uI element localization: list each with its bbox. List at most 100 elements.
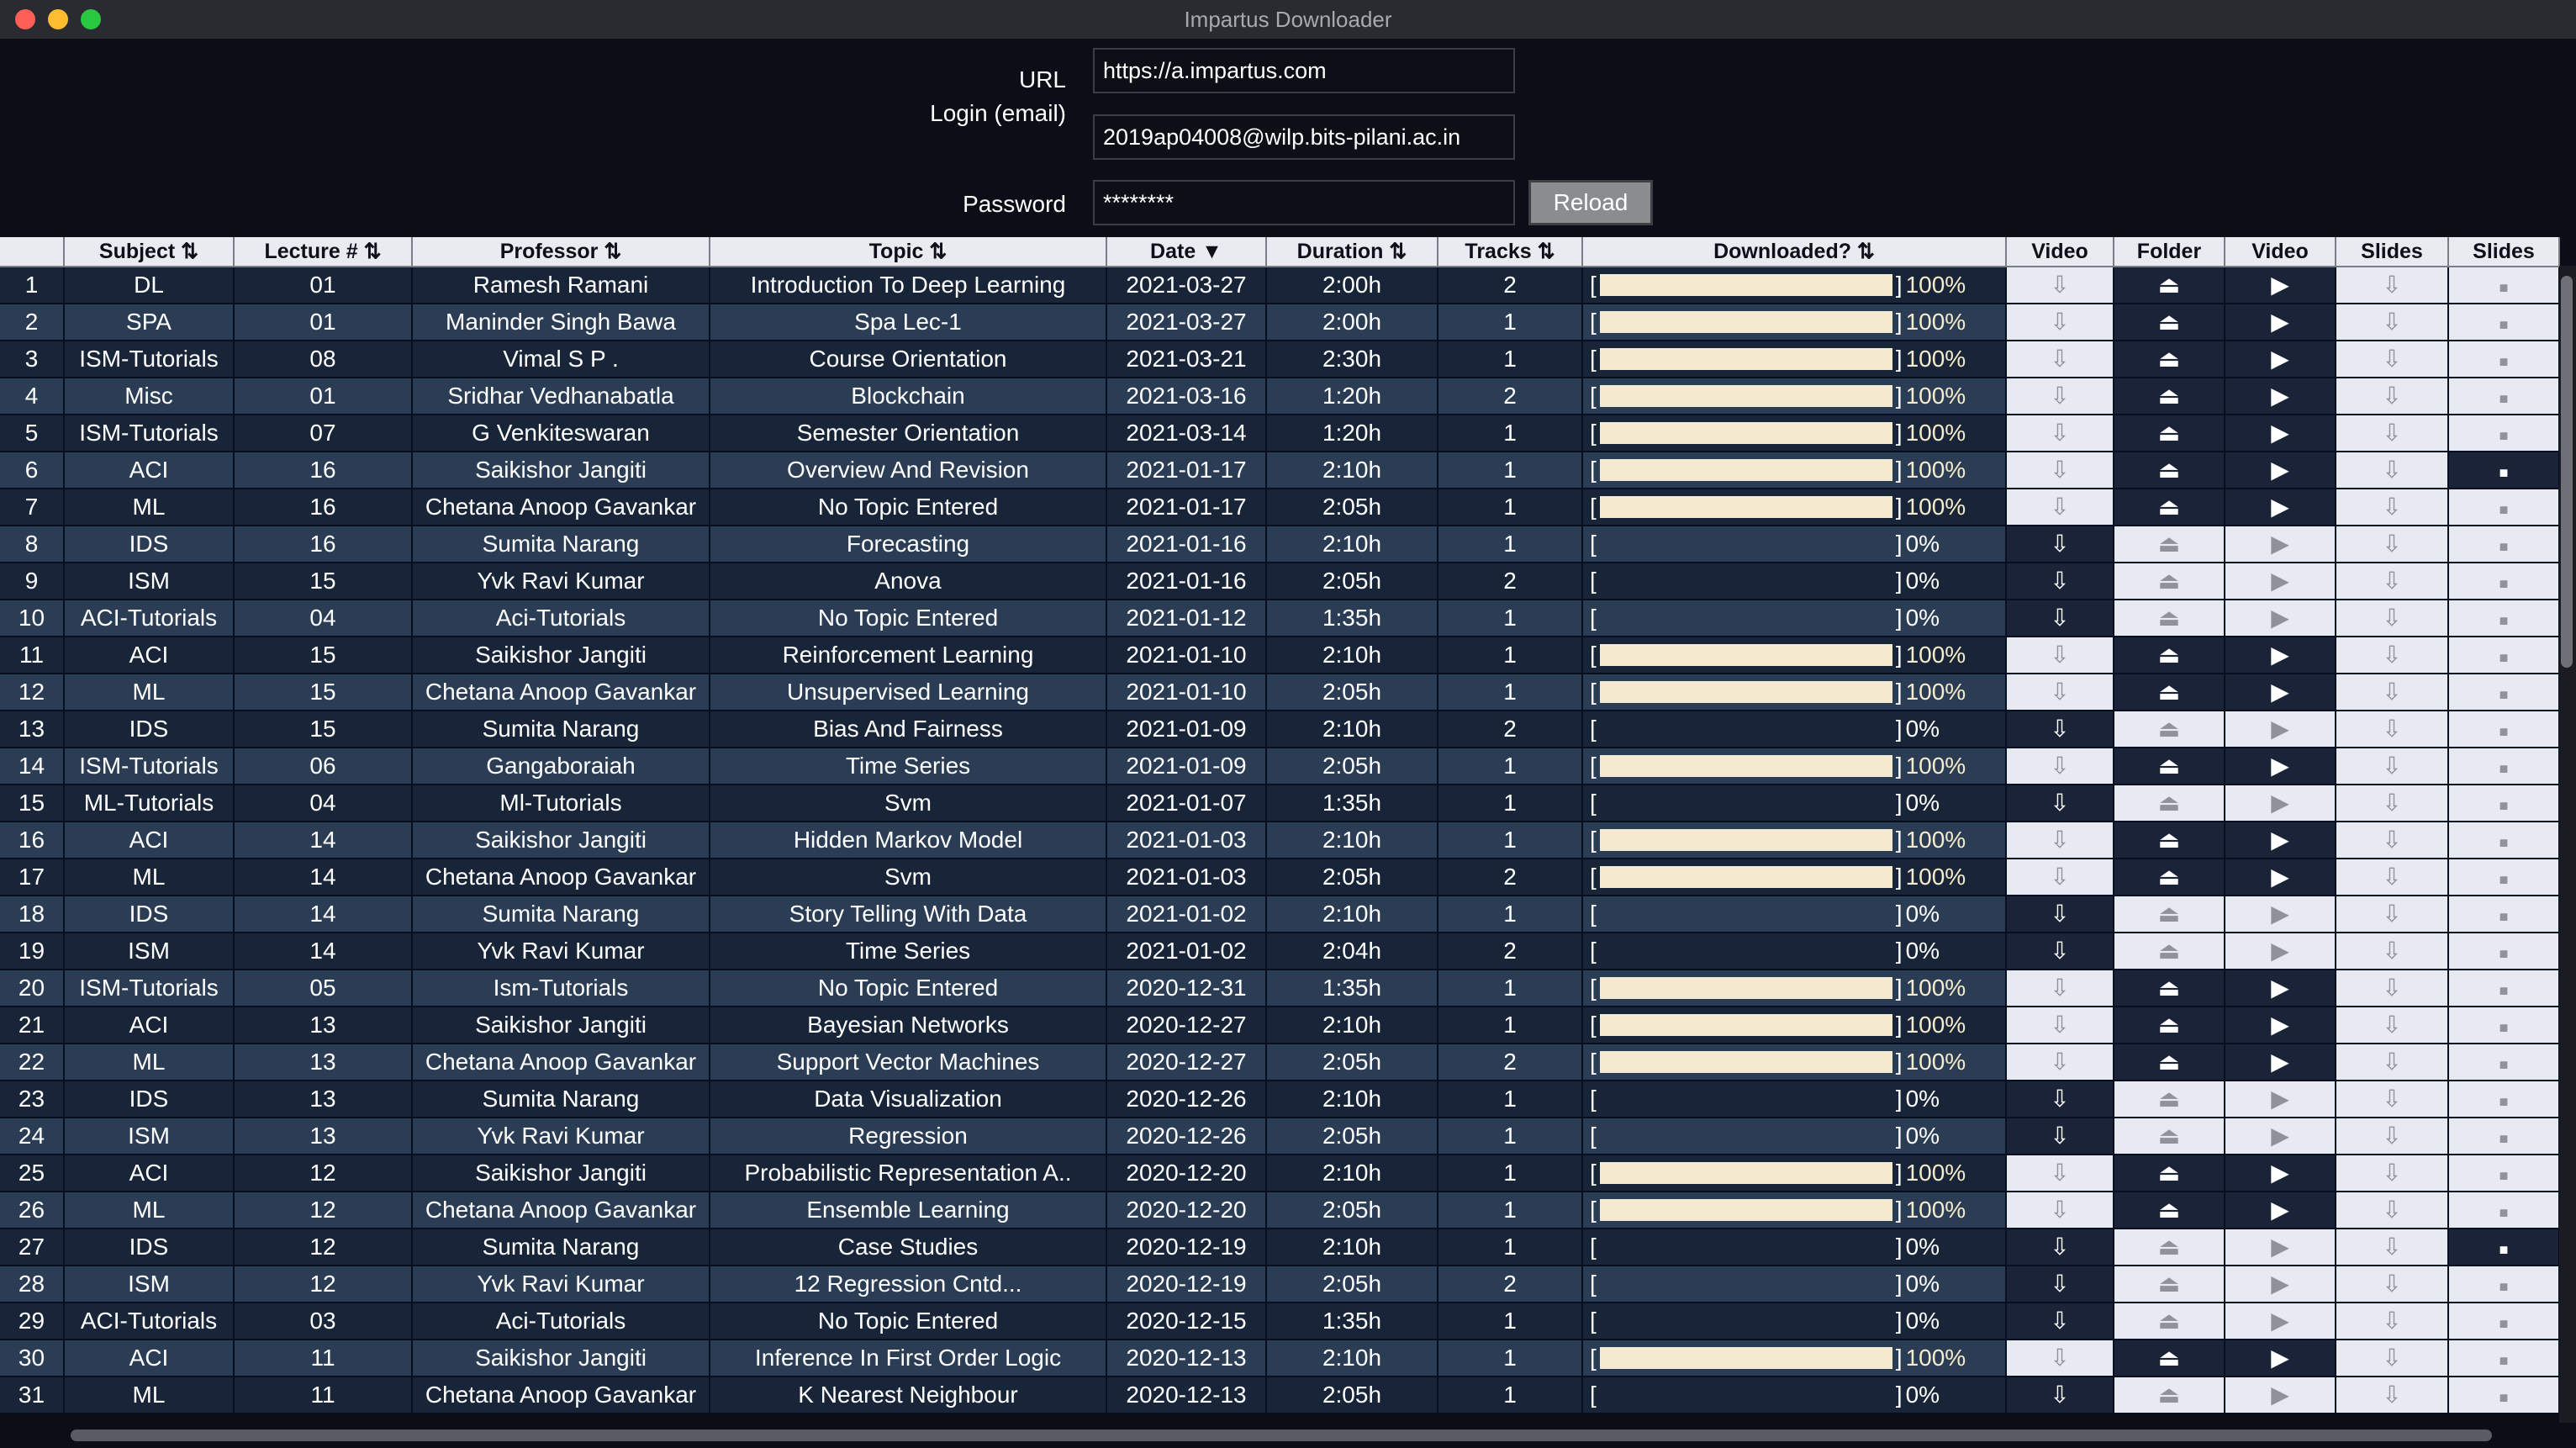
download-slides-button[interactable]: ⇩ [2336, 859, 2449, 896]
download-slides-button[interactable]: ⇩ [2336, 1081, 2449, 1118]
table-row[interactable]: 22 ML 13 Chetana Anoop Gavankar Support Vect… [0, 1044, 2560, 1081]
play-video-button[interactable]: ▶ [2225, 378, 2336, 415]
download-slides-button[interactable]: ⇩ [2336, 711, 2449, 748]
download-slides-button[interactable]: ⇩ [2336, 1155, 2449, 1192]
open-folder-button[interactable]: ⏏ [2114, 341, 2225, 378]
table-row[interactable]: 9 ISM 15 Yvk Ravi Kumar Anova 2021-01-16 2:05h… [0, 563, 2560, 600]
open-folder-button[interactable]: ⏏ [2114, 896, 2225, 933]
download-video-button[interactable]: ⇩ [2006, 637, 2114, 674]
download-video-button[interactable]: ⇩ [2006, 341, 2114, 378]
password-input[interactable] [1093, 180, 1515, 225]
open-slides-button[interactable]: ■ [2448, 822, 2560, 859]
download-slides-button[interactable]: ⇩ [2336, 526, 2449, 563]
table-row[interactable]: 7 ML 16 Chetana Anoop Gavankar No Topic Ente… [0, 489, 2560, 526]
horizontal-scrollbar[interactable] [0, 1423, 2576, 1448]
download-slides-button[interactable]: ⇩ [2336, 1192, 2449, 1229]
download-video-button[interactable]: ⇩ [2006, 1007, 2114, 1044]
play-video-button[interactable]: ▶ [2225, 822, 2336, 859]
table-row[interactable]: 4 Misc 01 Sridhar Vedhanabatla Blockchain 202… [0, 378, 2560, 415]
open-slides-button[interactable]: ■ [2448, 1340, 2560, 1377]
vertical-scrollbar[interactable] [2559, 266, 2576, 1423]
open-folder-button[interactable]: ⏏ [2114, 637, 2225, 674]
download-slides-button[interactable]: ⇩ [2336, 933, 2449, 970]
play-video-button[interactable]: ▶ [2225, 267, 2336, 304]
open-slides-button[interactable]: ■ [2448, 748, 2560, 785]
open-folder-button[interactable]: ⏏ [2114, 822, 2225, 859]
tracks-header[interactable]: Tracks ⇅ [1438, 237, 1583, 267]
table-row[interactable]: 8 IDS 16 Sumita Narang Forecasting 2021-01-16… [0, 526, 2560, 563]
video-download-header[interactable]: Video [2006, 237, 2114, 267]
download-video-button[interactable]: ⇩ [2006, 415, 2114, 452]
play-video-button[interactable]: ▶ [2225, 341, 2336, 378]
download-video-button[interactable]: ⇩ [2006, 1340, 2114, 1377]
play-video-button[interactable]: ▶ [2225, 1340, 2336, 1377]
open-slides-button[interactable]: ■ [2448, 1377, 2560, 1414]
play-video-button[interactable]: ▶ [2225, 1192, 2336, 1229]
play-video-button[interactable]: ▶ [2225, 674, 2336, 711]
play-video-button[interactable]: ▶ [2225, 452, 2336, 489]
download-slides-button[interactable]: ⇩ [2336, 1118, 2449, 1155]
play-video-button[interactable]: ▶ [2225, 1155, 2336, 1192]
open-folder-button[interactable]: ⏏ [2114, 378, 2225, 415]
play-video-button[interactable]: ▶ [2225, 1081, 2336, 1118]
download-slides-button[interactable]: ⇩ [2336, 970, 2449, 1007]
open-folder-button[interactable]: ⏏ [2114, 452, 2225, 489]
table-row[interactable]: 15 ML-Tutorials 04 Ml-Tutorials Svm 2021-01-0… [0, 785, 2560, 822]
download-slides-button[interactable]: ⇩ [2336, 637, 2449, 674]
download-slides-button[interactable]: ⇩ [2336, 1377, 2449, 1414]
open-folder-button[interactable]: ⏏ [2114, 600, 2225, 637]
open-folder-button[interactable]: ⏏ [2114, 1118, 2225, 1155]
download-slides-button[interactable]: ⇩ [2336, 600, 2449, 637]
open-slides-button[interactable]: ■ [2448, 1044, 2560, 1081]
table-row[interactable]: 16 ACI 14 Saikishor Jangiti Hidden Markov Mo… [0, 822, 2560, 859]
open-folder-button[interactable]: ⏏ [2114, 1266, 2225, 1303]
download-slides-button[interactable]: ⇩ [2336, 304, 2449, 341]
play-video-button[interactable]: ▶ [2225, 1266, 2336, 1303]
download-video-button[interactable]: ⇩ [2006, 378, 2114, 415]
lecture-header[interactable]: Lecture # ⇅ [234, 237, 413, 267]
open-folder-button[interactable]: ⏏ [2114, 1081, 2225, 1118]
download-video-button[interactable]: ⇩ [2006, 304, 2114, 341]
table-row[interactable]: 31 ML 11 Chetana Anoop Gavankar K Nearest Ne… [0, 1377, 2560, 1414]
open-slides-button[interactable]: ■ [2448, 970, 2560, 1007]
open-slides-button[interactable]: ■ [2448, 1229, 2560, 1266]
download-slides-button[interactable]: ⇩ [2336, 378, 2449, 415]
download-video-button[interactable]: ⇩ [2006, 785, 2114, 822]
play-video-button[interactable]: ▶ [2225, 970, 2336, 1007]
table-row[interactable]: 19 ISM 14 Yvk Ravi Kumar Time Series 2021-01-… [0, 933, 2560, 970]
play-video-button[interactable]: ▶ [2225, 933, 2336, 970]
play-video-button[interactable]: ▶ [2225, 896, 2336, 933]
subject-header[interactable]: Subject ⇅ [64, 237, 235, 267]
download-slides-button[interactable]: ⇩ [2336, 1266, 2449, 1303]
download-slides-button[interactable]: ⇩ [2336, 1303, 2449, 1340]
download-slides-button[interactable]: ⇩ [2336, 896, 2449, 933]
download-video-button[interactable]: ⇩ [2006, 1266, 2114, 1303]
download-video-button[interactable]: ⇩ [2006, 822, 2114, 859]
open-folder-button[interactable]: ⏏ [2114, 748, 2225, 785]
download-slides-button[interactable]: ⇩ [2336, 1007, 2449, 1044]
open-slides-button[interactable]: ■ [2448, 304, 2560, 341]
download-slides-button[interactable]: ⇩ [2336, 1340, 2449, 1377]
download-slides-button[interactable]: ⇩ [2336, 563, 2449, 600]
open-slides-button[interactable]: ■ [2448, 1118, 2560, 1155]
open-folder-button[interactable]: ⏏ [2114, 859, 2225, 896]
download-video-button[interactable]: ⇩ [2006, 748, 2114, 785]
url-input[interactable] [1093, 48, 1515, 93]
play-video-button[interactable]: ▶ [2225, 304, 2336, 341]
open-folder-button[interactable]: ⏏ [2114, 1377, 2225, 1414]
downloaded-header[interactable]: Downloaded? ⇅ [1582, 237, 2007, 267]
open-slides-button[interactable]: ■ [2448, 415, 2560, 452]
table-row[interactable]: 17 ML 14 Chetana Anoop Gavankar Svm 2021-01-0… [0, 859, 2560, 896]
download-video-button[interactable]: ⇩ [2006, 1155, 2114, 1192]
open-folder-button[interactable]: ⏏ [2114, 267, 2225, 304]
open-slides-button[interactable]: ■ [2448, 896, 2560, 933]
download-slides-button[interactable]: ⇩ [2336, 415, 2449, 452]
open-folder-button[interactable]: ⏏ [2114, 1303, 2225, 1340]
download-video-button[interactable]: ⇩ [2006, 1192, 2114, 1229]
download-slides-button[interactable]: ⇩ [2336, 674, 2449, 711]
open-slides-button[interactable]: ■ [2448, 1007, 2560, 1044]
table-row[interactable]: 5 ISM-Tutorials 07 G Venkiteswaran Semester … [0, 415, 2560, 452]
table-row[interactable]: 14 ISM-Tutorials 06 Gangaboraiah Time Series… [0, 748, 2560, 785]
play-video-button[interactable]: ▶ [2225, 1007, 2336, 1044]
open-folder-button[interactable]: ⏏ [2114, 785, 2225, 822]
